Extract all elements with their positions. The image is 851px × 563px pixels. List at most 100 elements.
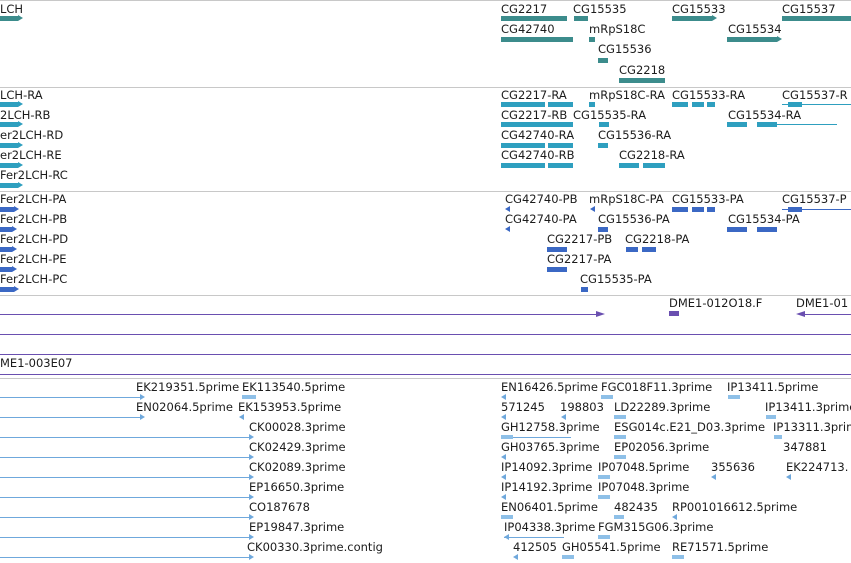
protein-label[interactable]: CG2217-PA xyxy=(547,253,611,266)
est-label[interactable]: EK113540.5prime xyxy=(242,381,345,394)
gene-feature[interactable] xyxy=(574,16,588,21)
est-feature[interactable] xyxy=(0,497,249,498)
protein-label[interactable]: CG42740-PA xyxy=(505,213,577,226)
gene-feature[interactable] xyxy=(501,37,573,42)
clone-feature[interactable] xyxy=(0,334,851,335)
est-feature[interactable] xyxy=(598,475,610,479)
clone-feature[interactable] xyxy=(669,311,679,316)
est-label[interactable]: EP16650.3prime xyxy=(249,481,344,494)
protein-label[interactable]: CG2217-PB xyxy=(547,233,612,246)
protein-feature[interactable] xyxy=(757,227,777,232)
gene-feature[interactable] xyxy=(589,37,595,42)
est-feature[interactable] xyxy=(0,437,249,438)
protein-label[interactable]: Fer2LCH-PE xyxy=(0,253,67,266)
est-label[interactable]: EN06401.5prime xyxy=(501,501,598,514)
gene-feature[interactable] xyxy=(619,78,665,83)
est-label[interactable]: EN02064.5prime xyxy=(136,401,233,414)
transcript-feature[interactable] xyxy=(727,122,747,127)
protein-feature[interactable] xyxy=(547,267,567,272)
transcript-feature[interactable] xyxy=(619,163,639,168)
est-feature[interactable] xyxy=(598,535,610,539)
transcript-feature[interactable] xyxy=(501,122,573,127)
est-label[interactable]: RE71571.5prime xyxy=(672,541,768,554)
protein-label[interactable]: Fer2LCH-PA xyxy=(0,193,66,206)
transcript-label[interactable]: 2LCH-RB xyxy=(0,109,50,122)
est-label[interactable]: RP001016612.5prime xyxy=(672,501,797,514)
est-label[interactable]: IP14092.3prime xyxy=(501,461,592,474)
transcript-feature[interactable] xyxy=(599,122,609,127)
transcript-feature[interactable] xyxy=(598,143,608,148)
est-feature[interactable] xyxy=(614,415,626,419)
transcript-label[interactable]: CG15534-RA xyxy=(728,109,801,122)
transcript-label[interactable]: CG15533-RA xyxy=(672,89,745,102)
clone-feature[interactable] xyxy=(0,374,851,375)
est-label[interactable]: 571245 xyxy=(501,401,545,414)
est-feature[interactable] xyxy=(601,395,613,399)
gene-label[interactable]: CG42740 xyxy=(501,23,555,36)
protein-feature[interactable] xyxy=(581,287,588,292)
clone-label[interactable]: DME1-012O18.F xyxy=(669,297,762,310)
gene-label[interactable]: CG2218 xyxy=(619,64,665,77)
protein-label[interactable]: Fer2LCH-PC xyxy=(0,273,67,286)
est-label[interactable]: EN16426.5prime xyxy=(501,381,598,394)
est-label[interactable]: 482435 xyxy=(614,501,658,514)
est-feature[interactable] xyxy=(614,435,626,439)
protein-label[interactable]: CG42740-PB xyxy=(505,193,578,206)
est-label[interactable]: GH05541.5prime xyxy=(562,541,661,554)
est-feature[interactable] xyxy=(501,435,513,439)
clone-feature[interactable] xyxy=(0,354,851,355)
transcript-label[interactable]: CG15537-R xyxy=(782,89,848,102)
est-feature[interactable] xyxy=(774,435,782,439)
est-label[interactable]: 347881 xyxy=(783,441,827,454)
est-label[interactable]: IP13411.5prime xyxy=(727,381,818,394)
gene-feature[interactable] xyxy=(782,16,851,21)
gene-feature[interactable] xyxy=(0,16,18,21)
est-label[interactable]: LD22289.3prime xyxy=(614,401,710,414)
est-label[interactable]: ESG014c.E21_D03.3prime xyxy=(614,421,765,434)
est-feature[interactable] xyxy=(0,537,249,538)
gene-label[interactable]: CG15534 xyxy=(728,23,782,36)
transcript-feature[interactable] xyxy=(672,102,688,107)
est-feature[interactable] xyxy=(0,517,249,518)
est-label[interactable]: GH12758.3prime xyxy=(501,421,600,434)
clone-label[interactable]: ME1-003E07 xyxy=(0,357,73,370)
gene-label[interactable]: mRpS18C xyxy=(589,23,645,36)
est-label[interactable]: IP07048.5prime xyxy=(598,461,689,474)
protein-feature[interactable] xyxy=(626,247,638,252)
transcript-feature[interactable] xyxy=(501,102,545,107)
protein-label[interactable]: CG15533-PA xyxy=(672,193,744,206)
est-feature[interactable] xyxy=(598,495,610,499)
transcript-label[interactable]: CG2218-RA xyxy=(619,149,685,162)
transcript-feature[interactable] xyxy=(707,102,715,107)
protein-feature[interactable] xyxy=(692,207,704,212)
est-label[interactable]: EP19847.3prime xyxy=(249,521,344,534)
protein-feature[interactable] xyxy=(707,207,715,212)
clone-label[interactable]: DME1-01 xyxy=(796,297,848,310)
est-feature[interactable] xyxy=(728,395,740,399)
gene-label[interactable]: CG2217 xyxy=(501,3,547,16)
gene-label[interactable]: CG15533 xyxy=(672,3,726,16)
est-feature[interactable] xyxy=(672,555,684,559)
est-feature[interactable] xyxy=(0,477,249,478)
transcript-label[interactable]: er2LCH-RE xyxy=(0,149,62,162)
clone-feature[interactable] xyxy=(805,314,851,315)
est-feature[interactable] xyxy=(504,537,564,538)
protein-label[interactable]: Fer2LCH-PB xyxy=(0,213,67,226)
protein-label[interactable]: CG2218-PA xyxy=(625,233,689,246)
est-label[interactable]: 198803 xyxy=(560,401,604,414)
est-feature[interactable] xyxy=(0,557,249,558)
est-feature[interactable] xyxy=(0,457,249,458)
transcript-feature[interactable] xyxy=(0,183,18,188)
est-feature[interactable] xyxy=(0,417,140,418)
est-label[interactable]: GH03765.3prime xyxy=(501,441,600,454)
est-feature[interactable] xyxy=(614,515,624,519)
transcript-label[interactable]: CG2217-RA xyxy=(501,89,567,102)
transcript-feature[interactable] xyxy=(692,102,704,107)
clone-feature[interactable] xyxy=(0,314,596,315)
est-label[interactable]: EK153953.5prime xyxy=(238,401,341,414)
transcript-label[interactable]: er2LCH-RD xyxy=(0,129,63,142)
protein-label[interactable]: CG15535-PA xyxy=(580,273,652,286)
est-label[interactable]: 355636 xyxy=(711,461,755,474)
est-label[interactable]: 412505 xyxy=(513,541,557,554)
transcript-label[interactable]: mRpS18C-RA xyxy=(589,89,665,102)
